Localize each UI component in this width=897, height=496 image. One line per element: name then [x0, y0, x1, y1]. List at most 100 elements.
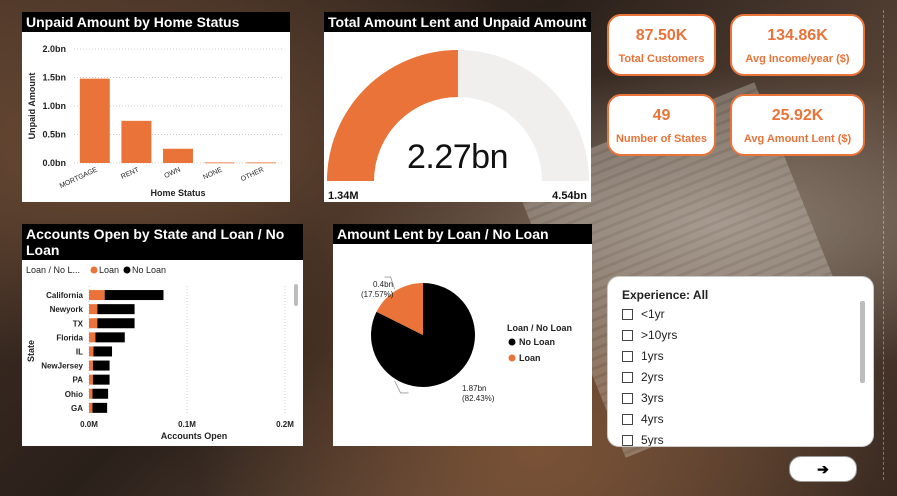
- bar-chart-svg: 0.0bn 0.5bn 1.0bn 1.5bn 2.0bn MORTGAGE RENT OWN…: [27, 44, 282, 198]
- y-tick-label: 1.0bn: [42, 101, 66, 111]
- data-label: (82.43%): [462, 394, 495, 403]
- bar-segment: [89, 346, 94, 357]
- pie-svg: 0.4bn(17.57%) 1.87bn(82.43%) Loan / No Loa…: [361, 276, 572, 403]
- checkbox[interactable]: [622, 350, 633, 362]
- bar: [163, 148, 193, 163]
- bar-segment: [89, 360, 93, 371]
- kpi-label: Avg Amount Lent ($): [743, 133, 852, 145]
- x-tick-label: 0.1M: [178, 420, 196, 429]
- slicer-item-label: 3yrs: [641, 391, 664, 405]
- bar: [79, 78, 110, 163]
- bar-segment: [89, 304, 98, 315]
- bar-segment: [89, 388, 93, 399]
- slicer-item-label: 2yrs: [641, 370, 664, 384]
- legend-title: Loan / No Loan: [507, 323, 572, 333]
- legend-title: Loan / No L...: [26, 265, 80, 275]
- checkbox[interactable]: [622, 308, 633, 320]
- arrow-right-icon: ➔: [817, 460, 829, 477]
- y-tick-label: 1.5bn: [42, 73, 66, 83]
- bar-segment: [92, 388, 109, 399]
- bar-segment: [104, 290, 164, 301]
- bar-segment: [92, 402, 108, 413]
- y-tick-label: 0.5bn: [42, 130, 66, 140]
- accounts-by-state-chart: Accounts Open by State and Loan / No Loa…: [22, 224, 303, 446]
- data-label: 0.4bn: [373, 280, 393, 289]
- bar-segment: [97, 304, 135, 315]
- y-tick-label: IL: [76, 347, 83, 356]
- slicer-scrollbar[interactable]: [860, 301, 865, 383]
- legend-label: Loan: [99, 265, 119, 275]
- y-tick-label: Ohio: [65, 390, 83, 399]
- checkbox[interactable]: [622, 434, 633, 446]
- bar-segment: [92, 374, 110, 385]
- slicer-item[interactable]: 3yrs: [622, 390, 664, 406]
- data-label: (17.57%): [361, 290, 394, 299]
- x-tick-label: MORTGAGE: [59, 166, 99, 190]
- experience-slicer: Experience: All <1yr >10yrs 1yrs 2yrs 3yrs 4y…: [607, 276, 874, 447]
- frame-line: [883, 10, 884, 480]
- unpaid-by-home-status-chart: Unpaid Amount by Home Status 0.0bn 0.5bn 1…: [22, 12, 290, 202]
- bar: [204, 162, 235, 164]
- next-page-button[interactable]: ➔: [789, 456, 857, 482]
- gauge-value: 2.27bn: [407, 138, 509, 176]
- y-tick-label: PA: [72, 376, 83, 385]
- x-tick-label: OTHER: [240, 166, 265, 183]
- checkbox[interactable]: [622, 329, 633, 341]
- x-tick-label: RENT: [120, 166, 141, 181]
- slicer-item[interactable]: 4yrs: [622, 411, 664, 427]
- gauge-min-label: 1.34M: [328, 190, 359, 202]
- kpi-number-of-states: 49 Number of States: [607, 94, 716, 156]
- checkbox[interactable]: [622, 392, 633, 404]
- x-tick-label: NONE: [202, 166, 224, 181]
- legend-marker-loan: [508, 354, 516, 362]
- data-label: 1.87bn: [462, 384, 486, 393]
- kpi-label: Number of States: [615, 133, 708, 145]
- y-tick-label: 0.0bn: [42, 158, 66, 168]
- kpi-label: Avg Income/year ($): [745, 53, 850, 65]
- bar-segment: [89, 374, 93, 385]
- checkbox[interactable]: [622, 371, 633, 383]
- kpi-avg-income: 134.86K Avg Income/year ($): [730, 14, 865, 76]
- slicer-item[interactable]: >10yrs: [622, 327, 677, 343]
- y-tick-label: Newyork: [50, 305, 84, 314]
- total-lent-gauge-chart: Total Amount Lent and Unpaid Amount 2.27…: [324, 12, 591, 202]
- slicer-item[interactable]: 5yrs: [622, 432, 664, 447]
- x-axis-label: Accounts Open: [161, 431, 228, 441]
- x-tick-label: OWN: [163, 166, 181, 180]
- stacked-bar-svg: Loan / No L... Loan No Loan 0.0M 0.1M 0.2M Cal…: [26, 265, 298, 441]
- x-axis-label: Home Status: [150, 188, 205, 198]
- y-tick-label: TX: [73, 319, 84, 328]
- y-tick-label: GA: [71, 404, 83, 413]
- legend-marker-no-loan: [123, 266, 131, 274]
- slicer-header: Experience: All: [622, 288, 709, 302]
- bar-segment: [89, 402, 93, 413]
- kpi-avg-amount-lent: 25.92K Avg Amount Lent ($): [730, 94, 865, 156]
- y-tick-label: California: [46, 291, 83, 300]
- slicer-item-label: >10yrs: [641, 328, 678, 342]
- y-tick-label: Florida: [56, 333, 83, 342]
- slicer-item[interactable]: 2yrs: [622, 369, 664, 385]
- kpi-value: 134.86K: [767, 27, 828, 44]
- scrollbar: [294, 284, 298, 306]
- bar-segment: [95, 332, 125, 343]
- legend-marker-no-loan: [508, 338, 516, 346]
- y-axis-label: State: [26, 340, 36, 362]
- legend-label: No Loan: [132, 265, 166, 275]
- y-tick-label: NewJersey: [41, 362, 83, 371]
- legend-label: Loan: [519, 353, 541, 363]
- bar-segment: [89, 332, 96, 343]
- checkbox[interactable]: [622, 413, 633, 425]
- amount-lent-pie-chart: Amount Lent by Loan / No Loan 0.4bn (17.5…: [333, 224, 592, 446]
- y-tick-label: 2.0bn: [42, 44, 66, 54]
- slicer-item[interactable]: 1yrs: [622, 348, 664, 364]
- x-tick-label: 0.0M: [80, 420, 98, 429]
- legend-marker-loan: [90, 266, 98, 274]
- bar-segment: [97, 318, 135, 329]
- legend: Loan / No L... Loan No Loan: [26, 265, 166, 275]
- slicer-item-label: 5yrs: [641, 433, 664, 447]
- kpi-total-customers: 87.50K Total Customers: [607, 14, 716, 76]
- slicer-item[interactable]: <1yr: [622, 306, 665, 322]
- kpi-value: 49: [652, 107, 671, 124]
- slicer-item-label: <1yr: [641, 307, 665, 321]
- gauge-max-label: 4.54bn: [552, 190, 587, 202]
